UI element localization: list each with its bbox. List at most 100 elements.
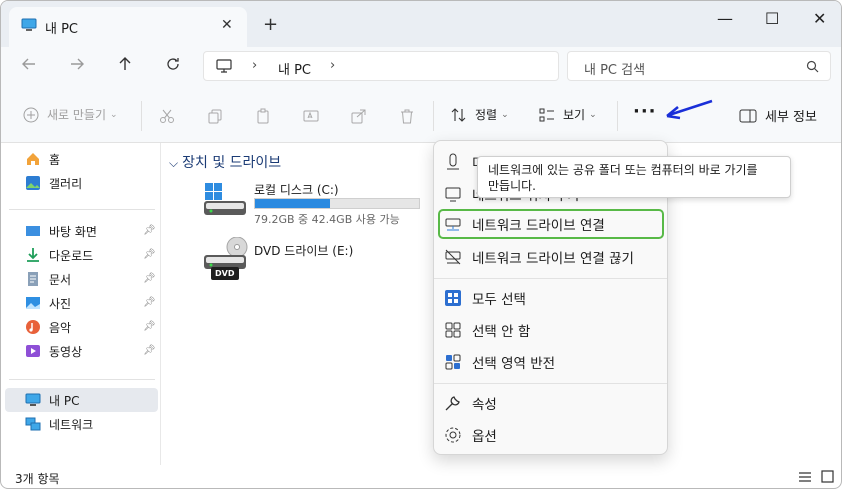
breadcrumb-my-pc[interactable]: 내 PC — [278, 59, 311, 78]
menu-item-select-none[interactable]: 선택 안 함 — [444, 315, 660, 345]
pin-icon[interactable]: 📌︎ — [143, 297, 156, 308]
more-options-button[interactable]: ··· — [633, 101, 657, 122]
pictures-icon — [26, 297, 40, 309]
menu-divider — [434, 278, 667, 279]
view-button[interactable]: 보기 ⌄ — [539, 106, 597, 123]
new-button[interactable]: 새로 만들기 ⌄ — [23, 106, 118, 123]
item-count: 3개 항목 — [15, 472, 60, 486]
share-icon[interactable] — [351, 108, 367, 124]
menu-item-label: 선택 안 함 — [472, 324, 531, 340]
menu-item-label: 옵션 — [472, 429, 497, 445]
sidebar-item-documents[interactable]: 문서 — [25, 269, 71, 289]
large-icons-view-icon[interactable] — [821, 470, 834, 483]
tooltip: 네트워크에 있는 공유 폴더 또는 컴퓨터의 바로 가기를 만듭니다. — [477, 156, 791, 198]
sidebar-item-my-pc[interactable]: 내 PC — [25, 390, 79, 410]
section-header-devices[interactable]: ⌵ 장치 및 드라이브 — [169, 152, 281, 172]
view-label: 보기 — [563, 108, 586, 122]
select-none-icon — [445, 322, 461, 338]
search-box[interactable]: 내 PC 검색 — [567, 51, 831, 81]
disconnect-drive-icon — [445, 249, 461, 265]
menu-item-invert-selection[interactable]: 선택 영역 반전 — [444, 347, 660, 377]
pin-icon[interactable]: 📌︎ — [143, 273, 156, 284]
sidebar-item-videos[interactable]: 동영상 — [25, 341, 82, 361]
home-icon — [27, 153, 39, 165]
refresh-button[interactable] — [161, 56, 185, 76]
pin-icon[interactable]: 📌︎ — [143, 249, 156, 260]
annotation-arrow-icon — [666, 99, 713, 120]
details-button[interactable]: 세부 정보 — [739, 106, 817, 125]
sidebar-item-gallery[interactable]: 갤러리 — [25, 173, 82, 193]
breadcrumb-chevron-icon[interactable]: › — [330, 58, 335, 73]
forward-button[interactable] — [65, 56, 89, 76]
back-arrow-icon — [22, 58, 35, 70]
close-window-button[interactable]: ✕ — [813, 9, 826, 28]
sort-icon — [451, 107, 466, 122]
pin-icon[interactable]: 📌︎ — [143, 345, 156, 356]
invert-selection-icon — [445, 354, 461, 370]
sidebar-item-desktop[interactable]: 바탕 화면 — [25, 221, 97, 241]
menu-item-label: 속성 — [472, 397, 497, 413]
breadcrumb-chevron-icon[interactable]: › — [252, 58, 257, 73]
sidebar-item-music[interactable]: 음악 — [25, 317, 71, 337]
sidebar-item-label: 갤러리 — [49, 176, 83, 191]
menu-item-select-all[interactable]: 모두 선택 — [444, 283, 660, 313]
pc-icon — [21, 18, 37, 31]
monitor-icon — [445, 187, 461, 202]
drive-usage-fill — [255, 199, 331, 208]
music-icon — [26, 320, 40, 334]
details-pane-icon — [739, 109, 757, 122]
sidebar-item-downloads[interactable]: 다운로드 — [25, 245, 93, 265]
pin-icon[interactable]: 📌︎ — [143, 321, 156, 332]
command-bar: 새로 만들기 ⌄ 정렬 ⌄ 보기 ⌄ ··· 세부 정보 — [1, 89, 841, 143]
sidebar-item-pictures[interactable]: 사진 — [25, 293, 71, 313]
menu-item-properties[interactable]: 속성 — [444, 388, 660, 418]
network-icon — [25, 417, 41, 431]
sort-button[interactable]: 정렬 ⌄ — [451, 106, 509, 123]
toolbar-divider — [141, 101, 142, 131]
drive-usage-bar — [254, 198, 420, 209]
section-title: 장치 및 드라이브 — [182, 155, 282, 171]
sidebar-item-network[interactable]: 네트워크 — [25, 414, 93, 434]
drive-c-space: 79.2GB 중 42.4GB 사용 가능 — [254, 213, 400, 226]
dvd-badge: DVD — [215, 269, 235, 278]
delete-icon[interactable] — [399, 108, 415, 124]
copy-icon[interactable] — [207, 108, 223, 124]
paste-icon[interactable] — [255, 108, 271, 124]
title-bar: 내 PC ✕ + — ☐ ✕ — [1, 1, 841, 47]
sidebar-item-label: 네트워크 — [49, 417, 94, 432]
new-tab-button[interactable]: + — [263, 14, 278, 35]
chevron-down-icon: ⌄ — [589, 109, 597, 120]
pin-icon[interactable]: 📌︎ — [143, 225, 156, 236]
tab-my-pc[interactable]: 내 PC ✕ — [9, 7, 247, 47]
details-view-icon[interactable] — [799, 471, 811, 483]
document-icon — [28, 272, 38, 286]
sidebar-item-label: 문서 — [49, 272, 72, 287]
map-drive-icon — [445, 218, 461, 231]
tab-close-icon[interactable]: ✕ — [221, 17, 233, 33]
properties-icon — [445, 396, 460, 411]
up-button[interactable] — [113, 56, 137, 76]
minimize-button[interactable]: — — [717, 9, 733, 28]
rename-icon[interactable] — [303, 108, 319, 124]
plus-circle-icon — [23, 107, 39, 122]
menu-item-disconnect-network-drive[interactable]: 네트워크 드라이브 연결 끊기 — [444, 242, 660, 272]
sidebar-item-home[interactable]: 홈 — [25, 149, 60, 169]
sidebar-item-label: 바탕 화면 — [49, 224, 97, 239]
toolbar-divider — [433, 101, 434, 131]
download-icon — [27, 248, 39, 262]
up-arrow-icon — [119, 57, 131, 70]
view-icon — [539, 108, 554, 121]
sidebar-divider — [9, 209, 155, 210]
address-bar[interactable]: › 내 PC › — [203, 51, 559, 81]
maximize-button[interactable]: ☐ — [765, 9, 779, 28]
back-button[interactable] — [17, 56, 41, 76]
menu-item-options[interactable]: 옵션 — [444, 420, 660, 450]
chevron-down-icon: ⌄ — [501, 109, 509, 120]
sidebar-item-label: 음악 — [49, 320, 72, 335]
sidebar-item-label: 사진 — [49, 296, 72, 311]
cut-icon[interactable] — [159, 108, 175, 124]
sort-label: 정렬 — [475, 108, 498, 122]
menu-item-map-network-drive[interactable]: 네트워크 드라이브 연결 — [438, 209, 664, 239]
sidebar-item-label: 내 PC — [49, 393, 80, 408]
menu-item-label: 모두 선택 — [472, 292, 526, 308]
